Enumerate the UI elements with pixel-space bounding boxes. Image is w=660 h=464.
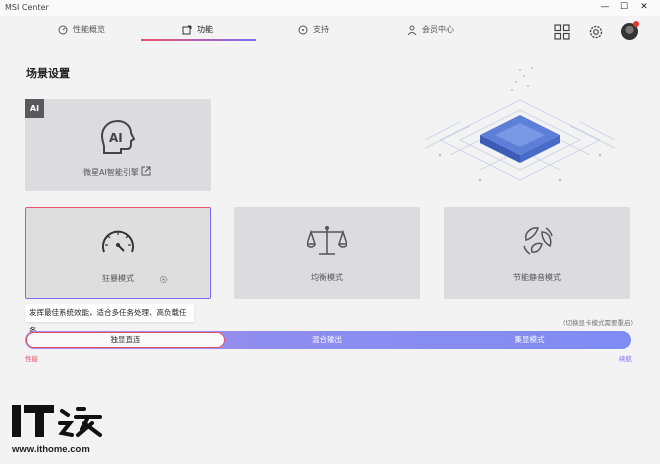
battery-life-label: 续航	[619, 355, 632, 363]
mode-card-balanced[interactable]: 均衡模式	[234, 207, 420, 299]
tab-label: 性能概览	[73, 25, 105, 34]
mode-card-eco-silent[interactable]: 节能静音模式	[444, 207, 630, 299]
title-bar: MSI Center — ☐ ✕	[0, 0, 660, 16]
ai-badge: AI	[25, 99, 44, 118]
notification-dot	[633, 21, 639, 27]
support-icon	[298, 25, 308, 34]
grid-icon[interactable]	[554, 24, 570, 40]
minimize-button[interactable]: —	[598, 1, 612, 14]
balance-scale-icon	[307, 226, 347, 255]
mode-label: 狂暴模式	[102, 274, 134, 283]
tab-label: 支持	[313, 25, 329, 34]
page-title: 场景设置	[26, 67, 70, 80]
gpu-option-integrated[interactable]: 集显模式	[428, 331, 631, 349]
mode-label: 均衡模式	[311, 273, 343, 282]
mode-card-extreme[interactable]: 狂暴模式	[25, 207, 211, 299]
ai-engine-card[interactable]: AI AI 微星AI智能引擎	[25, 99, 211, 191]
function-icon	[182, 25, 192, 34]
tab-label: 功能	[197, 25, 213, 34]
gpu-option-discrete[interactable]: 独显直连	[25, 331, 226, 349]
watermark-url: www.ithome.com	[12, 444, 90, 455]
tab-member-center[interactable]: 会员中心	[407, 16, 454, 43]
ithome-logo	[12, 405, 102, 437]
close-button[interactable]: ✕	[637, 1, 651, 14]
gauge-icon	[58, 25, 68, 34]
ai-head-icon: AI	[100, 119, 136, 154]
user-icon	[407, 25, 417, 35]
speedometer-icon	[102, 230, 134, 253]
performance-label: 性能	[25, 355, 38, 363]
active-tab-indicator	[141, 39, 256, 41]
settings-icon[interactable]	[588, 24, 604, 40]
app-title: MSI Center	[5, 3, 49, 12]
mode-description-tooltip: 发挥最佳系统效能，适合多任务处理、高负载任务。	[25, 304, 194, 335]
tab-performance-overview[interactable]: 性能概览	[58, 16, 105, 43]
svg-text:AI: AI	[109, 131, 123, 145]
maximize-button[interactable]: ☐	[617, 1, 631, 14]
tab-label: 会员中心	[422, 25, 454, 34]
chip-illustration	[424, 67, 616, 182]
mode-label: 节能静音模式	[513, 273, 561, 282]
ai-engine-label: 微星AI智能引擎	[83, 168, 139, 177]
gpu-mode-switch: 独显直连 混合输出 集显模式	[25, 331, 631, 349]
tab-support[interactable]: 支持	[298, 16, 329, 43]
gpu-option-hybrid[interactable]: 混合输出	[226, 331, 428, 349]
external-link-icon[interactable]	[141, 166, 151, 176]
leaf-cycle-icon	[523, 227, 553, 255]
gear-icon[interactable]	[159, 275, 168, 284]
gpu-switch-note: (切换显卡模式需要重启)	[563, 319, 634, 327]
